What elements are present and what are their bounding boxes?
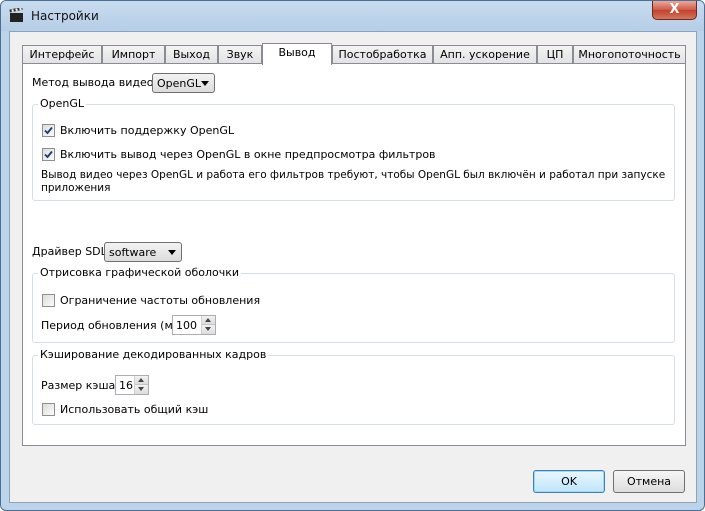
- cache-size-spinbox[interactable]: 16: [115, 375, 149, 395]
- sdl-driver-label: Драйвер SDL: [32, 245, 107, 258]
- spin-up-icon[interactable]: [135, 376, 148, 385]
- shared-cache-checkbox[interactable]: [42, 403, 55, 416]
- frame-cache-group: Кэширование декодированных кадров Размер…: [32, 348, 675, 425]
- chevron-down-icon: [201, 81, 209, 86]
- checkmark-icon: [44, 150, 53, 159]
- refresh-limit-checkbox[interactable]: [42, 294, 55, 307]
- refresh-period-spinbox[interactable]: 100: [172, 315, 216, 335]
- tab-output[interactable]: Выход: [165, 45, 218, 64]
- opengl-note-line2: приложения: [41, 182, 111, 194]
- spin-down-icon[interactable]: [135, 385, 148, 394]
- cache-size-value: 16: [119, 379, 133, 392]
- output-tab-page: Метод вывода видео: OpenGL OpenGL Включи…: [22, 63, 686, 446]
- shell-rendering-group-title: Отрисовка графической оболочки: [38, 266, 242, 279]
- opengl-filter-preview-label[interactable]: Включить вывод через OpenGL в окне предп…: [60, 148, 436, 161]
- tab-video-output[interactable]: Вывод: [262, 43, 332, 65]
- settings-window: Настройки X Интерфейс Импорт Выход Звук …: [0, 0, 705, 511]
- dialog-client-area: Интерфейс Импорт Выход Звук Вывод Постоб…: [9, 31, 697, 503]
- video-output-value: OpenGL: [157, 77, 202, 90]
- tab-cpu[interactable]: ЦП: [537, 45, 573, 64]
- cancel-button[interactable]: Отмена: [613, 470, 685, 493]
- video-output-combo[interactable]: OpenGL: [152, 73, 215, 93]
- opengl-group: OpenGL Включить поддержку OpenGL Включит…: [32, 97, 675, 201]
- video-output-label: Метод вывода видео:: [32, 76, 158, 89]
- refresh-period-label: Период обновления (мс): [41, 319, 184, 332]
- enable-opengl-label[interactable]: Включить поддержку OpenGL: [60, 124, 234, 137]
- spin-up-icon[interactable]: [202, 316, 215, 325]
- tab-multithreading[interactable]: Многопоточность: [573, 45, 686, 64]
- ok-button[interactable]: OK: [533, 470, 605, 493]
- cache-size-label: Размер кэша:: [41, 379, 119, 392]
- checkmark-icon: [44, 126, 53, 135]
- refresh-period-value: 100: [176, 319, 197, 332]
- opengl-filter-preview-checkbox[interactable]: [42, 148, 55, 161]
- spin-down-icon[interactable]: [202, 325, 215, 334]
- chevron-down-icon: [168, 250, 176, 255]
- shared-cache-label[interactable]: Использовать общий кэш: [60, 403, 208, 416]
- shell-rendering-group: Отрисовка графической оболочки Ограничен…: [32, 266, 675, 343]
- opengl-group-title: OpenGL: [38, 97, 87, 110]
- sdl-driver-value: software: [109, 246, 157, 259]
- sdl-driver-combo[interactable]: software: [104, 242, 182, 262]
- tab-interface[interactable]: Интерфейс: [22, 45, 102, 64]
- refresh-limit-label[interactable]: Ограничение частоты обновления: [60, 294, 260, 307]
- enable-opengl-checkbox[interactable]: [42, 124, 55, 137]
- title-bar[interactable]: Настройки X: [1, 1, 704, 31]
- tab-import[interactable]: Импорт: [102, 45, 165, 64]
- tab-postprocessing[interactable]: Постобработка: [332, 45, 433, 64]
- tab-hw-acceleration[interactable]: Апп. ускорение: [433, 45, 537, 64]
- tab-sound[interactable]: Звук: [218, 45, 262, 64]
- close-button[interactable]: X: [652, 1, 697, 20]
- frame-cache-group-title: Кэширование декодированных кадров: [38, 348, 269, 361]
- close-icon: X: [669, 2, 680, 17]
- window-title: Настройки: [31, 9, 99, 23]
- opengl-note-line1: Вывод видео через OpenGL и работа его фи…: [41, 169, 666, 181]
- clapperboard-icon: [9, 8, 23, 22]
